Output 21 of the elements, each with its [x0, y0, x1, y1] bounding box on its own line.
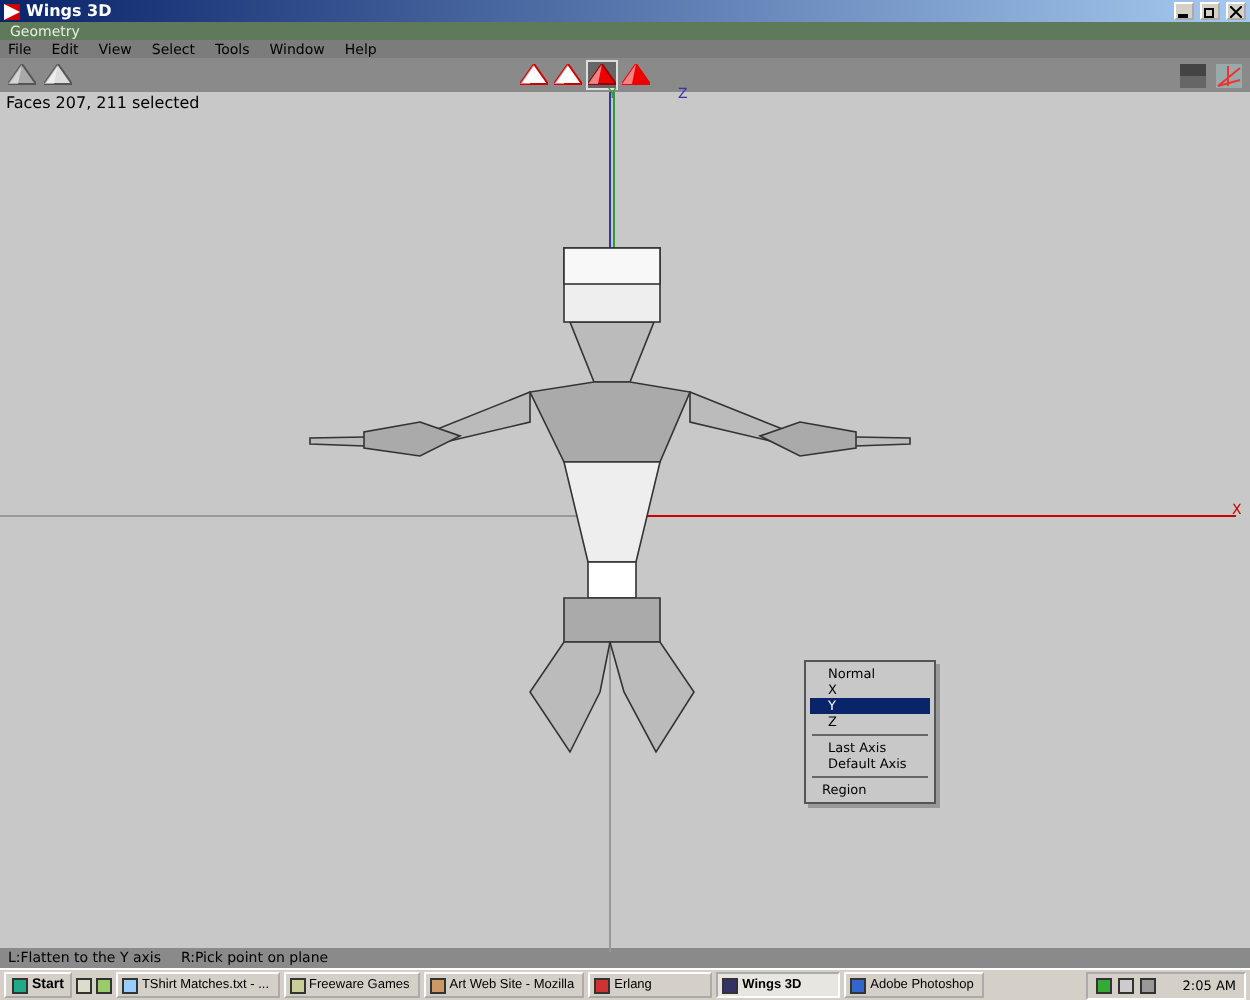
restore-button[interactable] [1200, 2, 1220, 20]
pyramid-icon [588, 64, 616, 86]
gradient-square-icon [1179, 63, 1205, 87]
pyramid-icon [622, 64, 650, 86]
minimize-button[interactable] [1174, 2, 1194, 20]
flat-view-button[interactable] [42, 60, 74, 90]
shaded-view-button[interactable] [1176, 60, 1208, 90]
close-icon [1230, 5, 1242, 17]
select-mode-button[interactable] [518, 60, 550, 90]
selection-info: Faces 207, 211 selected [6, 94, 200, 112]
pyramid-icon [554, 64, 582, 86]
restore-icon [1204, 5, 1216, 17]
window-title: Wings 3D [26, 2, 112, 20]
select-mode-button[interactable] [552, 60, 584, 90]
pyramid-icon [44, 64, 72, 86]
pyramid-icon [8, 64, 36, 86]
close-button[interactable] [1226, 2, 1246, 20]
smooth-view-button[interactable] [6, 60, 38, 90]
axes-icon [1215, 63, 1241, 87]
pyramid-icon [520, 64, 548, 86]
select-mode-button[interactable] [586, 60, 618, 90]
